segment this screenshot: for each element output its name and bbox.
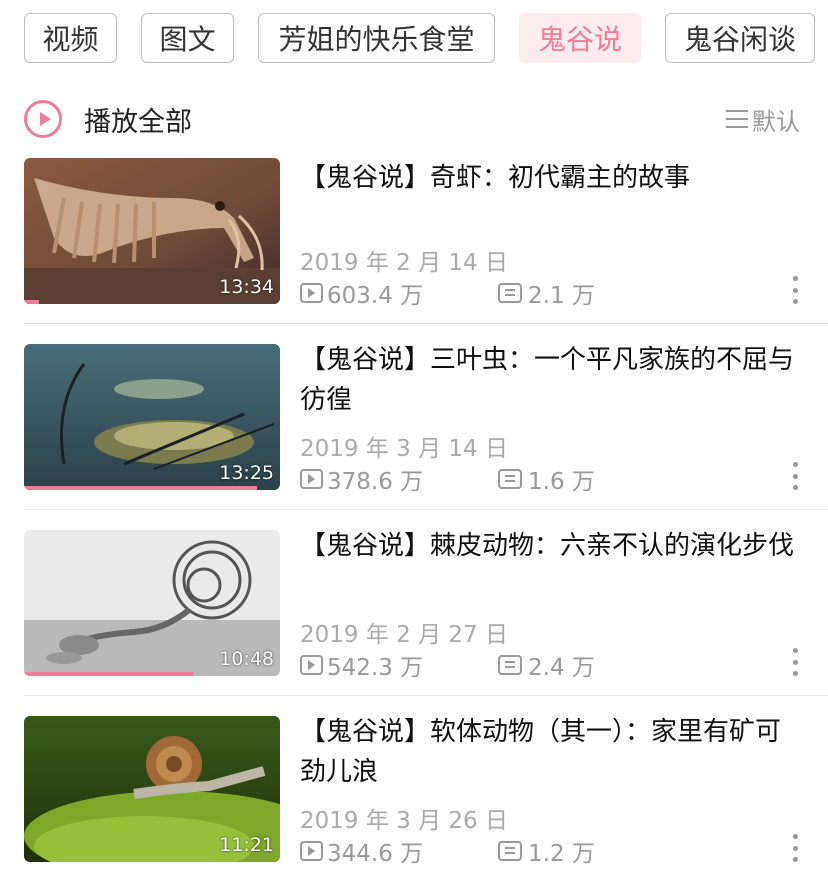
comment-count: 2.1 万: [528, 283, 595, 309]
video-stats: 603.4 万 2.1 万: [300, 276, 595, 310]
video-stats: 378.6 万 1.6 万: [300, 462, 595, 496]
sort-label: 默认: [752, 107, 800, 136]
video-duration: 13:25: [219, 462, 274, 484]
sort-button[interactable]: 默认: [726, 104, 800, 136]
watch-progress-bar: [24, 672, 193, 676]
play-count-icon: [300, 841, 323, 861]
divider: [24, 323, 828, 324]
list-item[interactable]: 10:48 【鬼谷说】棘皮动物：六亲不认的演化步伐 2019 年 2 月 27 …: [0, 530, 828, 696]
comment-icon: [498, 841, 522, 861]
video-duration: 13:34: [219, 276, 274, 298]
play-count-icon: [300, 469, 323, 489]
list-sort-icon: [726, 110, 748, 128]
play-circle-icon: [24, 100, 62, 138]
more-options-icon[interactable]: [791, 834, 799, 862]
divider: [24, 509, 828, 510]
view-count: 542.3 万: [327, 655, 424, 681]
tab-guigushuo[interactable]: 鬼谷说: [519, 13, 641, 63]
video-title[interactable]: 【鬼谷说】奇虾：初代霸主的故事: [300, 158, 800, 198]
comment-icon: [498, 283, 522, 303]
comment-icon: [498, 469, 522, 489]
watch-progress-bar: [24, 486, 257, 490]
play-count-icon: [300, 283, 323, 303]
video-title[interactable]: 【鬼谷说】软体动物（其一）：家里有矿可劲儿浪: [300, 712, 800, 792]
tab-articles[interactable]: 图文: [141, 13, 234, 63]
tab-guigu-chat[interactable]: 鬼谷闲谈: [665, 13, 815, 63]
video-title[interactable]: 【鬼谷说】三叶虫：一个平凡家族的不屈与彷徨: [300, 340, 800, 420]
video-title[interactable]: 【鬼谷说】棘皮动物：六亲不认的演化步伐: [300, 526, 800, 566]
more-options-icon[interactable]: [791, 648, 799, 676]
view-count: 344.6 万: [327, 841, 424, 867]
comment-icon: [498, 655, 522, 675]
video-date: 2019 年 3 月 26 日: [300, 808, 508, 834]
play-all-button[interactable]: 播放全部: [24, 98, 192, 140]
list-item[interactable]: 13:34 【鬼谷说】奇虾：初代霸主的故事 2019 年 2 月 14 日 60…: [0, 158, 828, 324]
list-item[interactable]: 13:25 【鬼谷说】三叶虫：一个平凡家族的不屈与彷徨 2019 年 3 月 1…: [0, 344, 828, 510]
list-item[interactable]: 11:21 【鬼谷说】软体动物（其一）：家里有矿可劲儿浪 2019 年 3 月 …: [0, 716, 828, 874]
video-duration: 11:21: [219, 834, 274, 856]
video-stats: 344.6 万 1.2 万: [300, 834, 595, 868]
comment-count: 1.6 万: [528, 469, 595, 495]
category-tabs: 视频 图文 芳姐的快乐食堂 鬼谷说 鬼谷闲谈: [24, 13, 815, 63]
more-options-icon[interactable]: [791, 276, 799, 304]
video-thumbnail[interactable]: 10:48: [24, 530, 280, 676]
more-options-icon[interactable]: [791, 462, 799, 490]
divider: [24, 695, 828, 696]
watch-progress-bar: [24, 300, 40, 304]
video-stats: 542.3 万 2.4 万: [300, 648, 595, 682]
play-count-icon: [300, 655, 323, 675]
tab-video[interactable]: 视频: [24, 13, 117, 63]
video-date: 2019 年 2 月 14 日: [300, 250, 508, 276]
view-count: 378.6 万: [327, 469, 424, 495]
video-thumbnail[interactable]: 13:34: [24, 158, 280, 304]
comment-count: 1.2 万: [528, 841, 595, 867]
play-all-label: 播放全部: [84, 106, 192, 138]
video-date: 2019 年 3 月 14 日: [300, 436, 508, 462]
video-thumbnail[interactable]: 13:25: [24, 344, 280, 490]
view-count: 603.4 万: [327, 283, 424, 309]
video-date: 2019 年 2 月 27 日: [300, 622, 508, 648]
tab-happy-kitchen[interactable]: 芳姐的快乐食堂: [258, 13, 495, 63]
comment-count: 2.4 万: [528, 655, 595, 681]
video-duration: 10:48: [219, 648, 274, 670]
video-thumbnail[interactable]: 11:21: [24, 716, 280, 862]
